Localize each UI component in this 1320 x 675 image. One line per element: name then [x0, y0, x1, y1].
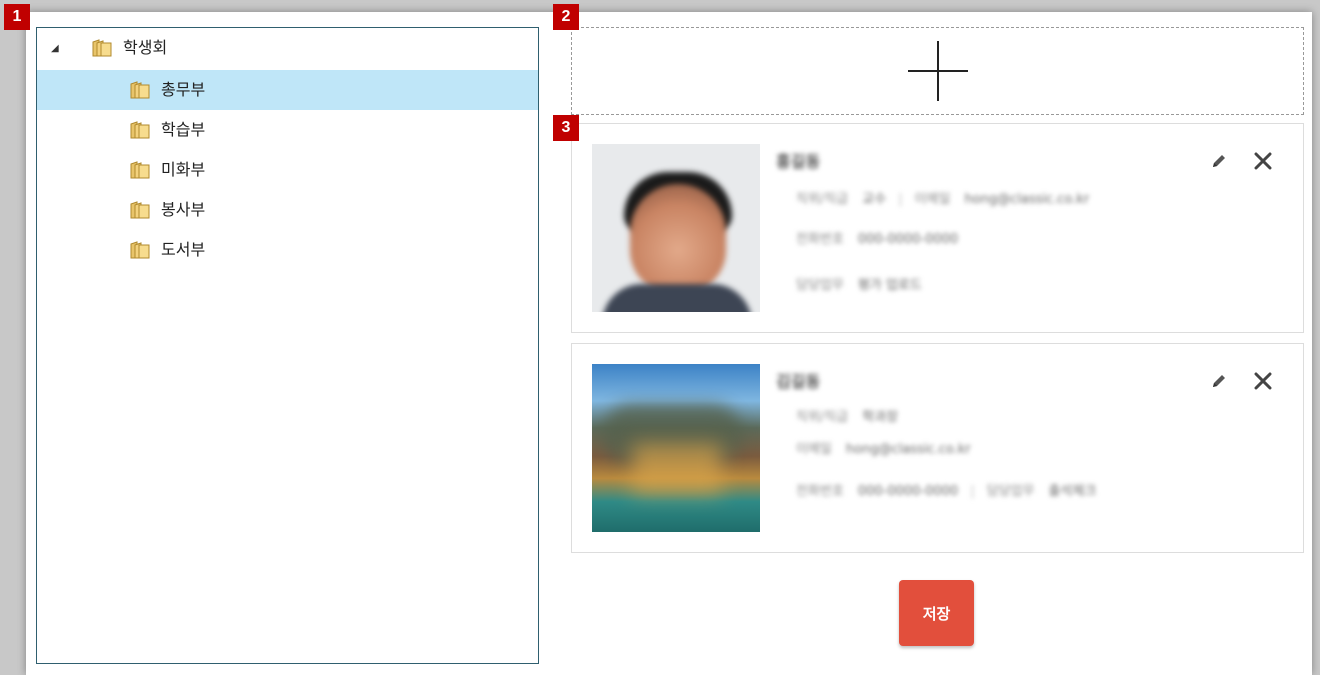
- close-icon[interactable]: [1252, 370, 1274, 392]
- tree-item-root[interactable]: ◢ 학생회: [37, 28, 538, 68]
- plus-icon[interactable]: [907, 41, 968, 101]
- folder-icon: [129, 240, 151, 260]
- member-info-row: 직위/직급 학과장: [796, 410, 899, 425]
- member-card: 홍길동 직위/직급 교수 | 이메일 hong@classic.co.kr 전화번호 00…: [571, 123, 1304, 333]
- member-card: 김길동 직위/직급 학과장 이메일 hong@classic.co.kr 전화번호 0…: [571, 343, 1304, 553]
- tree-item-child[interactable]: 도서부: [37, 230, 538, 270]
- tree-item-label: 미화부: [161, 160, 206, 179]
- collapse-arrow-icon[interactable]: ◢: [51, 43, 59, 54]
- tree-item-child[interactable]: 봉사부: [37, 190, 538, 230]
- member-photo: [592, 364, 760, 532]
- edit-pencil-icon[interactable]: [1208, 370, 1230, 392]
- member-info-row: 이메일 hong@classic.co.kr: [796, 442, 971, 457]
- close-icon[interactable]: [1252, 150, 1274, 172]
- save-button[interactable]: 저장: [899, 580, 974, 646]
- folder-icon: [129, 120, 151, 140]
- member-info-row: 담당업무 평가 업로드: [796, 278, 922, 293]
- tree-item-label: 총무부: [161, 80, 206, 99]
- folder-icon: [129, 80, 151, 100]
- folder-icon: [129, 200, 151, 220]
- tree-item-child[interactable]: 학습부: [37, 110, 538, 150]
- member-photo: [592, 144, 760, 312]
- member-info-row: 직위/직급 교수 | 이메일 hong@classic.co.kr: [796, 192, 1090, 207]
- tree-item-child[interactable]: 총무부: [37, 70, 538, 110]
- org-tree: ◢ 학생회 총무부 학습부 미화부 봉사부 도서부: [36, 27, 539, 664]
- folder-icon: [91, 38, 113, 58]
- folder-icon: [129, 160, 151, 180]
- tree-item-child[interactable]: 미화부: [37, 150, 538, 190]
- add-member-dropzone[interactable]: [571, 27, 1304, 115]
- member-name: 김길동: [776, 372, 821, 391]
- tree-item-label: 봉사부: [161, 200, 206, 219]
- section-badge-1: 1: [4, 4, 30, 30]
- member-name: 홍길동: [776, 152, 821, 171]
- member-info-row: 전화번호 000-0000-0000: [796, 232, 959, 247]
- edit-pencil-icon[interactable]: [1208, 150, 1230, 172]
- tree-item-label: 학생회: [123, 38, 168, 57]
- section-badge-3: 3: [553, 115, 579, 141]
- tree-item-label: 도서부: [161, 240, 206, 259]
- tree-item-label: 학습부: [161, 120, 206, 139]
- section-badge-2: 2: [553, 4, 579, 30]
- member-info-row: 전화번호 000-0000-0000 | 담당업무 출석체크: [796, 484, 1097, 499]
